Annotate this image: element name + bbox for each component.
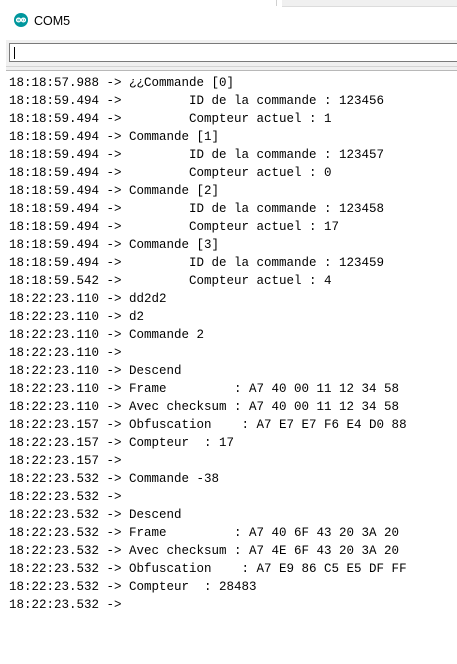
text-caret (14, 47, 15, 59)
serial-send-input[interactable] (9, 43, 457, 62)
console-line: 18:18:59.494 -> ID de la commande : 1234… (9, 94, 385, 108)
console-line: 18:22:23.110 -> (9, 346, 130, 360)
console-line: 18:18:59.494 -> Compteur actuel : 17 (9, 220, 340, 234)
arduino-icon (14, 13, 28, 27)
console-line: 18:18:59.494 -> ID de la commande : 1234… (9, 148, 385, 162)
console-line: 18:22:23.532 -> Commande -38 (9, 472, 220, 486)
console-line: 18:22:23.157 -> (9, 454, 130, 468)
console-lines: 18:18:57.988 -> ¿¿Commande [0] 18:18:59.4… (9, 74, 407, 614)
console-line: 18:18:59.542 -> Compteur actuel : 4 (9, 274, 332, 288)
console-line: 18:22:23.110 -> d2 (9, 310, 145, 324)
console-line: 18:22:23.532 -> (9, 598, 130, 612)
serial-output-console[interactable]: 18:18:57.988 -> ¿¿Commande [0] 18:18:59.4… (6, 70, 457, 664)
console-line: 18:18:57.988 -> ¿¿Commande [0] (9, 76, 235, 90)
console-line: 18:18:59.494 -> Commande [1] (9, 130, 220, 144)
console-line: 18:22:23.532 -> Avec checksum : A7 4E 6F… (9, 544, 400, 558)
window-titlebar[interactable]: COM5 (0, 0, 457, 40)
console-line: 18:18:59.494 -> Compteur actuel : 0 (9, 166, 332, 180)
console-line: 18:18:59.494 -> Commande [2] (9, 184, 220, 198)
console-line: 18:18:59.494 -> ID de la commande : 1234… (9, 256, 385, 270)
console-line: 18:18:59.494 -> ID de la commande : 1234… (9, 202, 385, 216)
console-line: 18:22:23.532 -> Frame : A7 40 6F 43 20 3… (9, 526, 400, 540)
console-line: 18:18:59.494 -> Commande [3] (9, 238, 220, 252)
console-line: 18:22:23.532 -> Descend (9, 508, 182, 522)
console-line: 18:22:23.110 -> Descend (9, 364, 182, 378)
console-line: 18:18:59.494 -> Compteur actuel : 1 (9, 112, 332, 126)
console-line: 18:22:23.110 -> Frame : A7 40 00 11 12 3… (9, 382, 400, 396)
console-line: 18:22:23.110 -> Avec checksum : A7 40 00… (9, 400, 400, 414)
console-line: 18:22:23.110 -> Commande 2 (9, 328, 205, 342)
titlebar-background-strip (276, 0, 457, 7)
console-line: 18:22:23.532 -> Obfuscation : A7 E9 86 C… (9, 562, 407, 576)
console-line: 18:22:23.532 -> Compteur : 28483 (9, 580, 257, 594)
window-title: COM5 (34, 14, 71, 28)
console-line: 18:22:23.110 -> dd2d2 (9, 292, 167, 306)
console-line: 18:22:23.157 -> Compteur : 17 (9, 436, 235, 450)
console-line: 18:22:23.157 -> Obfuscation : A7 E7 E7 F… (9, 418, 407, 432)
console-line: 18:22:23.532 -> (9, 490, 130, 504)
